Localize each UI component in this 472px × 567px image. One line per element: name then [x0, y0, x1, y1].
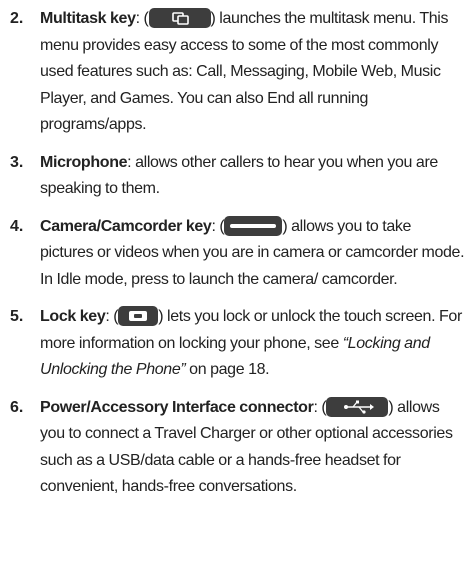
- item-pre: : (: [211, 217, 225, 235]
- item-text: Multitask key: () launches the multitask…: [40, 6, 468, 139]
- usb-connector-icon: [326, 396, 389, 417]
- list-item: 2. Multitask key: () launches the multit…: [10, 6, 468, 139]
- item-pre: : (: [105, 308, 119, 325]
- list-item: 5. Lock key: () lets you lock or unlock …: [10, 304, 468, 384]
- item-text: Microphone: allows other callers to hear…: [40, 150, 468, 203]
- item-term: Multitask key: [40, 10, 136, 27]
- item-term: Lock key: [40, 308, 106, 325]
- item-number: 2.: [10, 10, 24, 27]
- item-term: Power/Accessory Interface connector: [40, 398, 314, 416]
- item-text: Power/Accessory Interface connector: () …: [40, 395, 468, 501]
- item-text: Lock key: () lets you lock or unlock the…: [40, 304, 468, 384]
- camera-key-icon: [224, 215, 283, 236]
- list-item: 6. Power/Accessory Interface connector: …: [10, 395, 468, 501]
- list-item: 3. Microphone: allows other callers to h…: [10, 150, 468, 203]
- item-body: ) launches the multitask menu. This menu…: [40, 10, 449, 133]
- item-number: 6.: [10, 398, 24, 416]
- item-number: 4.: [10, 217, 24, 235]
- list-item: 4. Camera/Camcorder key: () allows you t…: [10, 214, 468, 294]
- item-number: 3.: [10, 153, 24, 171]
- item-term: Microphone: [40, 153, 128, 171]
- multitask-key-icon: [148, 8, 211, 28]
- item-pre: : (: [135, 10, 149, 27]
- lock-key-icon: [118, 306, 159, 326]
- item-term: Camera/Camcorder key: [40, 217, 212, 235]
- item-text: Camera/Camcorder key: () allows you to t…: [40, 214, 468, 294]
- item-tail: on page 18.: [185, 361, 270, 378]
- item-number: 5.: [10, 308, 24, 325]
- numbered-list: 2. Multitask key: () launches the multit…: [10, 6, 468, 512]
- item-pre: : (: [313, 398, 327, 416]
